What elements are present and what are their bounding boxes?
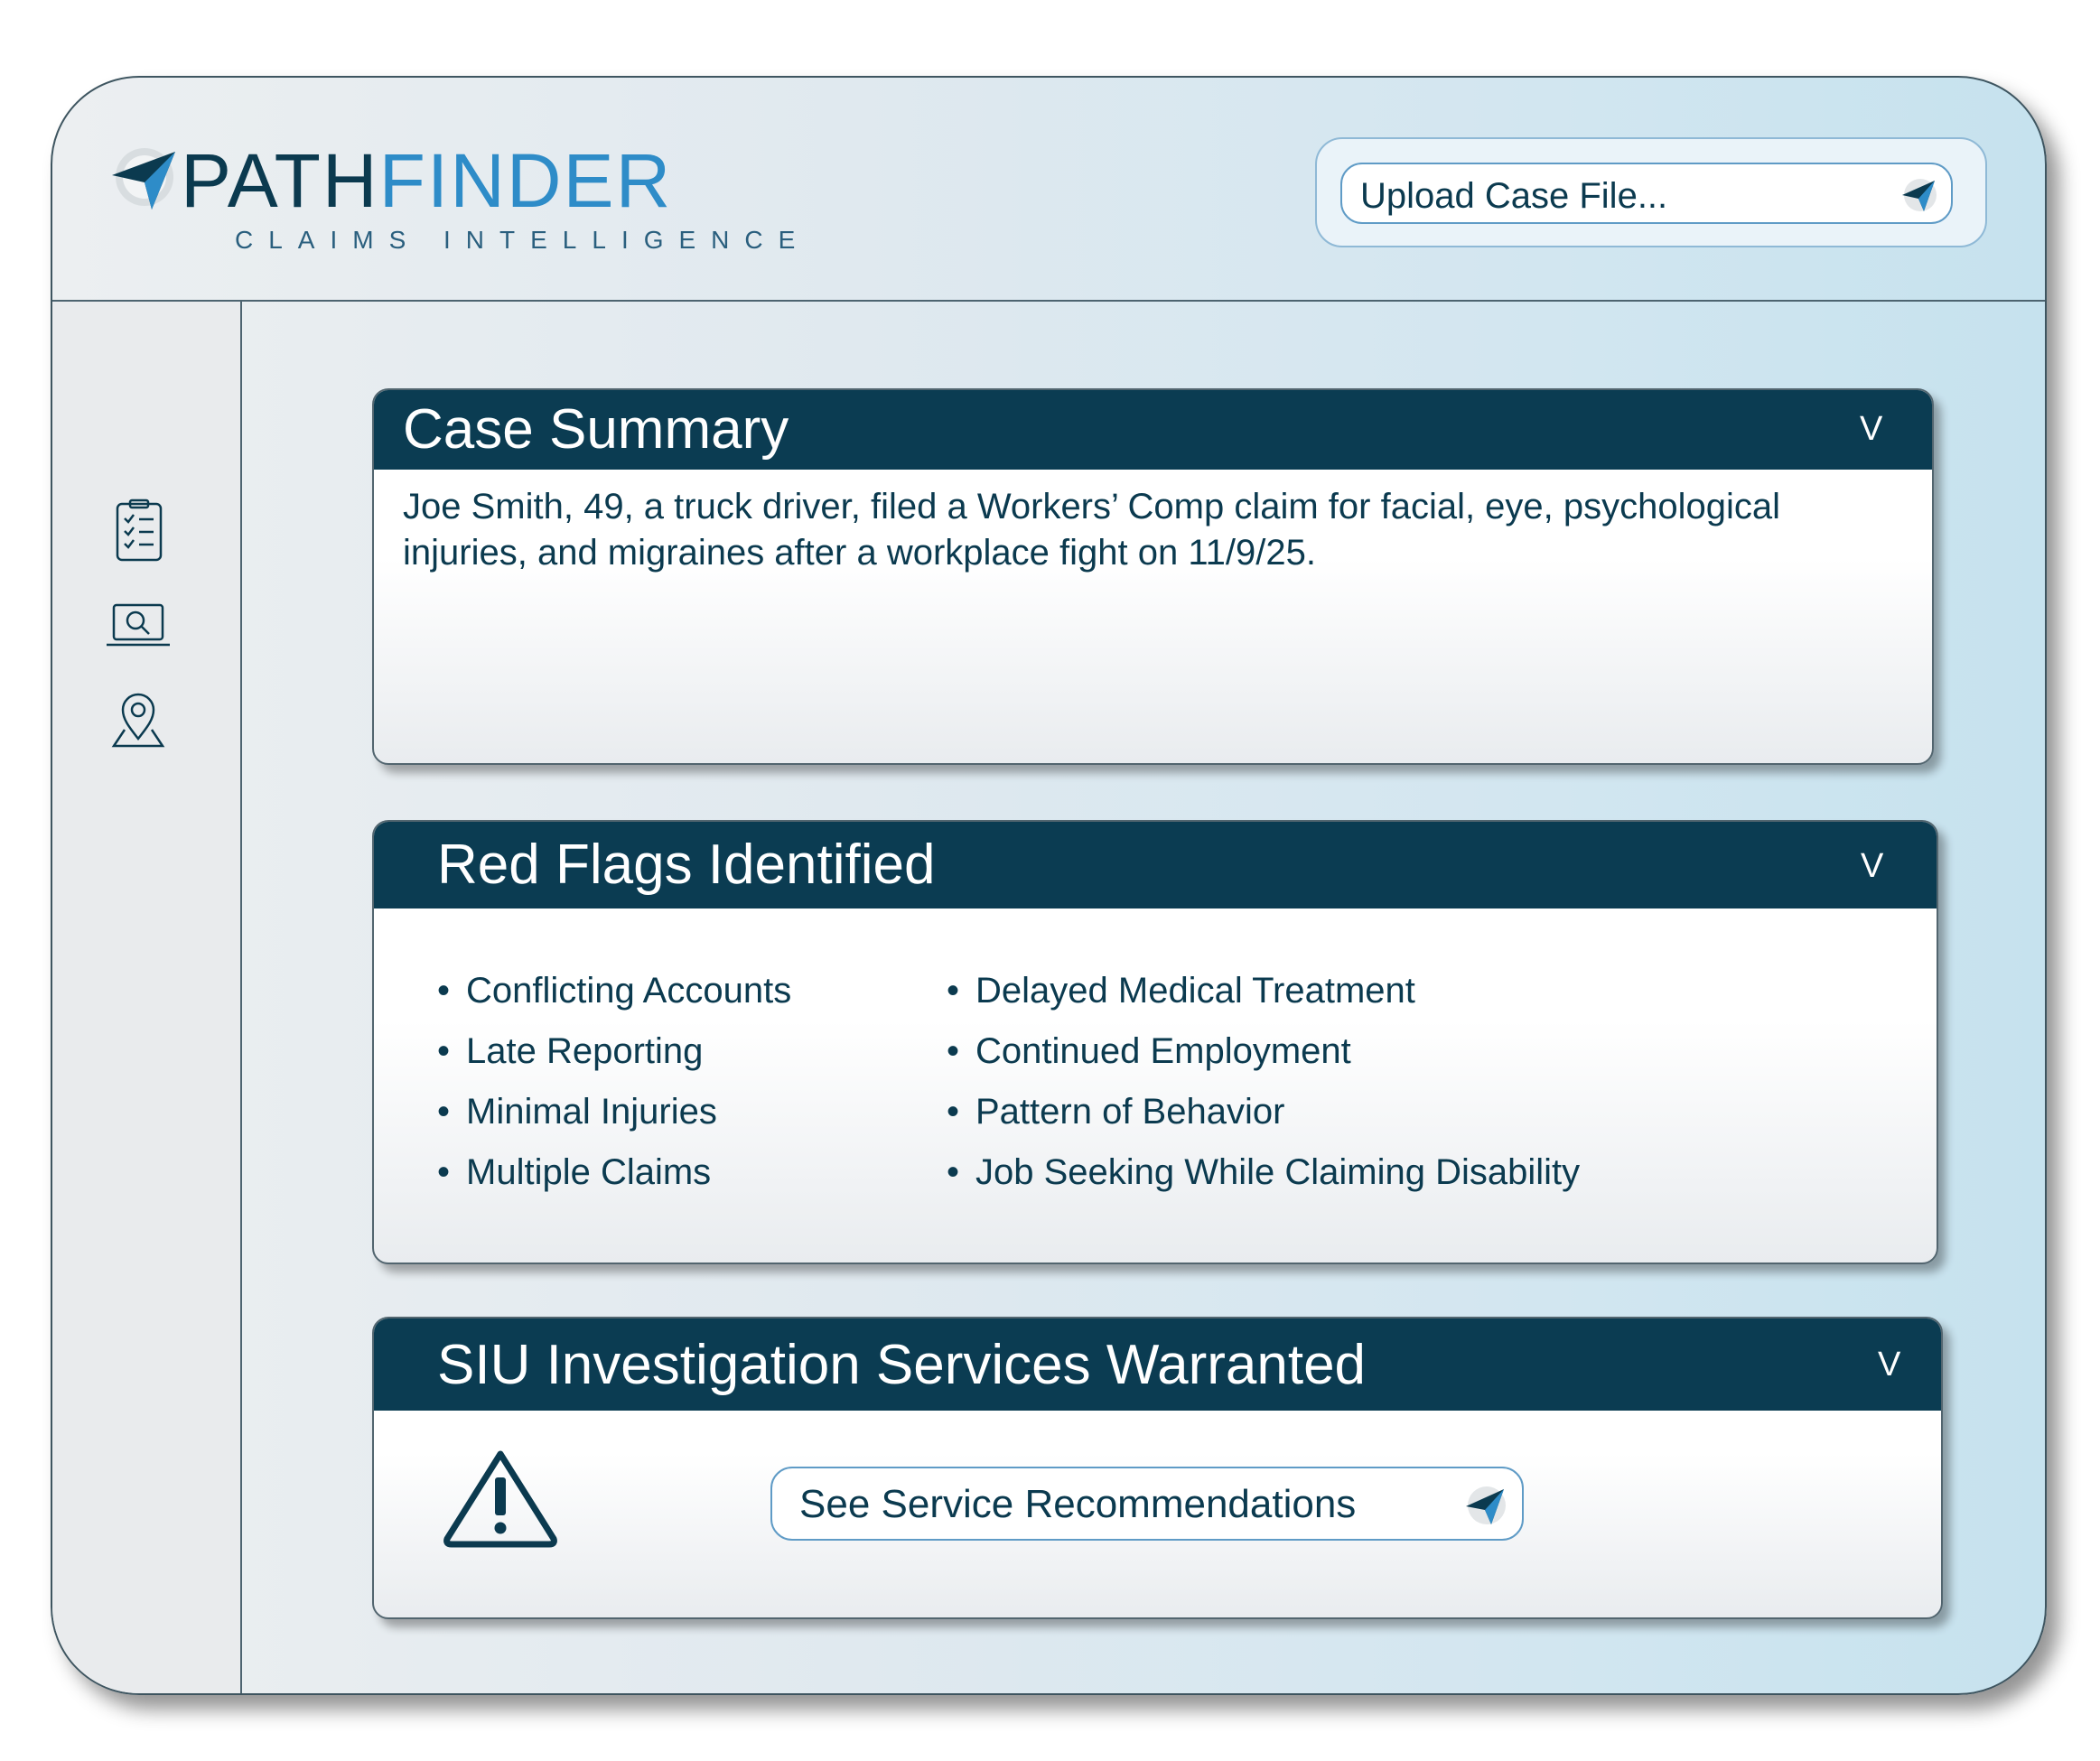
paper-plane-icon [1466,1486,1506,1524]
chevron-down-icon[interactable]: V [1860,410,1882,449]
brand-tagline: CLAIMS INTELLIGENCE [235,226,811,254]
list-item: • Minimal Injuries [437,1082,791,1142]
list-item: • Conflicting Accounts [437,961,791,1021]
list-item: • Job Seeking While Claiming Disability [947,1142,1580,1203]
service-recommendations-label: See Service Recommendations [799,1482,1357,1526]
list-item: • Late Reporting [437,1021,791,1082]
chevron-down-icon[interactable]: V [1878,1346,1900,1384]
list-item: • Continued Employment [947,1021,1580,1082]
red-flag-label: Conflicting Accounts [466,971,792,1011]
list-item: • Multiple Claims [437,1142,791,1203]
red-flag-label: Late Reporting [466,1031,704,1071]
brand-wordmark: PATHFINDER [181,143,672,219]
red-flags-list-left: • Conflicting Accounts • Late Reporting • M… [437,961,791,1203]
red-flag-label: Pattern of Behavior [975,1092,1285,1132]
red-flags-title: Red Flags Identified [437,834,936,896]
bullet: • [437,1031,451,1071]
red-flag-label: Multiple Claims [466,1152,712,1192]
brand-name-part2: FINDER [378,138,673,223]
bullet: • [947,971,960,1011]
siu-card: SIU Investigation Services Warranted V S… [372,1317,1943,1619]
location-pin-icon[interactable] [105,686,172,753]
brand-name-part1: PATH [181,138,379,223]
case-summary-text: Joe Smith, 49, a truck driver, filed a W… [403,487,1781,573]
upload-panel: Upload Case File... [1315,137,1987,247]
case-summary-card: Case Summary V Joe Smith, 49, a truck dr… [372,388,1934,765]
laptop-search-icon[interactable] [105,592,172,659]
bullet: • [437,1092,451,1132]
checklist-icon[interactable] [105,497,172,564]
red-flag-label: Delayed Medical Treatment [975,971,1415,1011]
upload-case-file-label: Upload Case File... [1360,176,1668,216]
siu-header[interactable]: SIU Investigation Services Warranted V [374,1318,1941,1411]
case-summary-title: Case Summary [403,398,789,461]
upload-case-file-button[interactable]: Upload Case File... [1340,163,1953,224]
list-item: • Delayed Medical Treatment [947,961,1580,1021]
see-service-recommendations-button[interactable]: See Service Recommendations [770,1467,1524,1541]
siu-title: SIU Investigation Services Warranted [437,1334,1367,1396]
case-summary-header[interactable]: Case Summary V [374,390,1932,470]
header: PATHFINDER CLAIMS INTELLIGENCE Upload Ca… [52,78,2045,302]
red-flag-label: Continued Employment [975,1031,1351,1071]
bullet: • [947,1092,960,1132]
red-flag-label: Minimal Injuries [466,1092,717,1132]
bullet: • [437,971,451,1011]
red-flags-header[interactable]: Red Flags Identified V [374,822,1937,908]
bullet: • [947,1152,960,1192]
app-window: PATHFINDER CLAIMS INTELLIGENCE Upload Ca… [51,76,2047,1695]
red-flags-card: Red Flags Identified V • Conflicting Acco… [372,820,1938,1264]
bullet: • [437,1152,451,1192]
paper-plane-logo-icon [112,148,175,210]
paper-plane-icon [1902,179,1937,211]
sidebar [52,302,242,1693]
chevron-down-icon[interactable]: V [1861,847,1883,886]
list-item: • Pattern of Behavior [947,1082,1580,1142]
red-flag-label: Job Seeking While Claiming Disability [975,1152,1581,1192]
warning-triangle-icon [443,1450,557,1548]
logo: PATHFINDER CLAIMS INTELLIGENCE [108,141,795,258]
bullet: • [947,1031,960,1071]
red-flags-list-right: • Delayed Medical Treatment • Continued Em… [947,961,1580,1203]
